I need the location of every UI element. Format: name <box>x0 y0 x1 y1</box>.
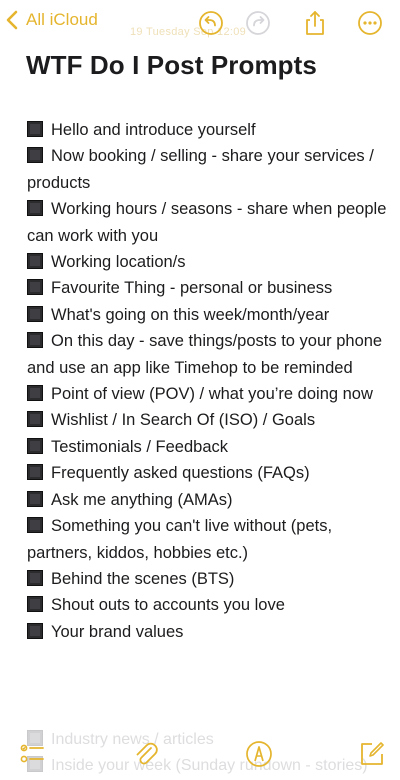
list-item[interactable]: Your brand values <box>27 619 387 645</box>
list-item-text: Shout outs to accounts you love <box>51 596 285 615</box>
checkbox-icon[interactable] <box>27 147 43 164</box>
list-item[interactable]: Ask me anything (AMAs) <box>27 487 387 513</box>
list-item[interactable]: Something you can't live without (pets, … <box>27 513 387 566</box>
list-item-text: Ask me anything (AMAs) <box>51 490 233 509</box>
paperclip-icon[interactable] <box>132 740 160 768</box>
markup-pen-icon[interactable] <box>245 740 273 768</box>
list-item[interactable]: Testimonials / Feedback <box>27 434 387 460</box>
top-toolbar: 19 Tuesday Sep 12:09 All iCloud <box>0 0 400 46</box>
checkbox-icon[interactable] <box>27 569 43 586</box>
checkbox-icon[interactable] <box>27 517 43 534</box>
checkbox-icon[interactable] <box>27 411 43 428</box>
checklist-icon[interactable] <box>18 740 46 768</box>
checkbox-icon[interactable] <box>27 332 43 349</box>
bottom-toolbar <box>0 738 400 780</box>
list-item-text: Working location/s <box>51 253 186 272</box>
list-item-text: Working hours / seasons - share when peo… <box>27 200 387 245</box>
list-item[interactable]: Wishlist / In Search Of (ISO) / Goals <box>27 407 387 433</box>
list-item-text: Now booking / selling - share your servi… <box>27 147 374 192</box>
checkbox-icon[interactable] <box>27 622 43 639</box>
checklist: Hello and introduce yourself Now booking… <box>27 117 387 645</box>
list-item[interactable]: Shout outs to accounts you love <box>27 592 387 618</box>
back-label: All iCloud <box>26 10 98 29</box>
more-icon[interactable] <box>357 10 383 36</box>
list-item-text: Hello and introduce yourself <box>51 121 256 139</box>
list-item[interactable]: Hello and introduce yourself <box>27 117 387 143</box>
list-item-text: Point of view (POV) / what you’re doing … <box>51 385 373 404</box>
faded-status-text: 19 Tuesday Sep 12:09 <box>130 26 247 38</box>
checkbox-icon[interactable] <box>27 490 43 507</box>
checkbox-icon[interactable] <box>27 596 43 613</box>
list-item-text: Behind the scenes (BTS) <box>51 569 235 588</box>
list-item-text: Frequently asked questions (FAQs) <box>51 464 310 483</box>
list-item[interactable]: Frequently asked questions (FAQs) <box>27 460 387 486</box>
list-item[interactable]: Working hours / seasons - share when peo… <box>27 196 387 249</box>
checkbox-icon[interactable] <box>27 279 43 296</box>
list-item-text: Wishlist / In Search Of (ISO) / Goals <box>51 411 316 430</box>
checkbox-icon[interactable] <box>27 253 43 270</box>
share-icon[interactable] <box>302 10 328 36</box>
redo-icon[interactable] <box>245 10 271 36</box>
note-title[interactable]: WTF Do I Post Prompts <box>26 50 317 81</box>
list-item-text: Testimonials / Feedback <box>51 437 228 456</box>
back-button[interactable]: All iCloud <box>6 10 98 30</box>
list-item-text: Something you can't live without (pets, … <box>27 517 333 562</box>
checkbox-icon[interactable] <box>27 385 43 402</box>
checkbox-icon[interactable] <box>27 305 43 322</box>
list-item-text: What's going on this week/month/year <box>51 305 330 324</box>
list-item[interactable]: What's going on this week/month/year <box>27 302 387 328</box>
list-item-text: Favourite Thing - personal or business <box>51 279 333 298</box>
list-item-text: On this day - save things/posts to your … <box>27 332 383 377</box>
list-item[interactable]: Behind the scenes (BTS) <box>27 566 387 592</box>
list-item[interactable]: Favourite Thing - personal or business <box>27 275 387 301</box>
checkbox-icon[interactable] <box>27 200 43 217</box>
undo-icon[interactable] <box>198 10 224 36</box>
chevron-left-icon <box>6 10 18 30</box>
list-item-text: Your brand values <box>51 622 184 641</box>
list-item[interactable]: Now booking / selling - share your servi… <box>27 143 387 196</box>
checkbox-icon[interactable] <box>27 121 43 137</box>
compose-icon[interactable] <box>358 740 386 768</box>
checkbox-icon[interactable] <box>27 464 43 481</box>
checkbox-icon[interactable] <box>27 437 43 454</box>
list-item[interactable]: On this day - save things/posts to your … <box>27 328 387 381</box>
list-item[interactable]: Working location/s <box>27 249 387 275</box>
list-item[interactable]: Point of view (POV) / what you’re doing … <box>27 381 387 407</box>
